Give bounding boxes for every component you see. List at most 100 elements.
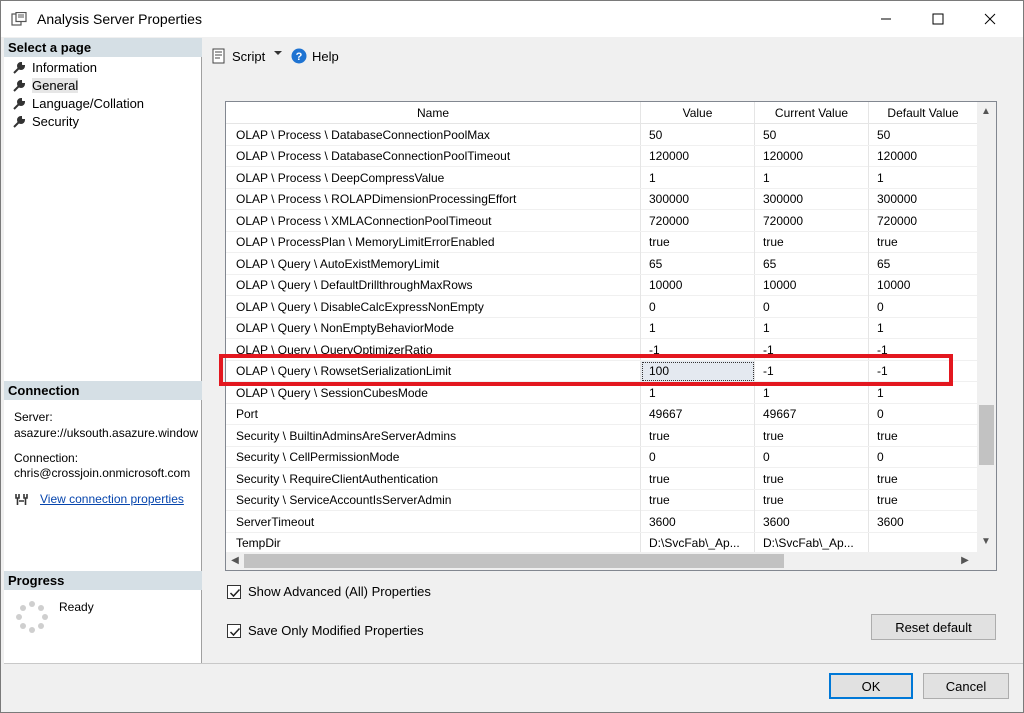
property-name-cell: OLAP \ Process \ DeepCompressValue xyxy=(226,167,641,188)
maximize-button[interactable] xyxy=(915,1,961,37)
column-header-default-value[interactable]: Default Value xyxy=(869,102,978,124)
cancel-button[interactable]: Cancel xyxy=(923,673,1009,699)
property-name-cell: OLAP \ Process \ DatabaseConnectionPoolM… xyxy=(226,124,641,145)
table-row[interactable]: Security \ CellPermissionMode 0 0 0 xyxy=(226,446,978,468)
property-value-cell[interactable]: 10000 xyxy=(641,274,755,296)
property-value-cell[interactable]: 720000 xyxy=(641,210,755,231)
page-item-general[interactable]: General xyxy=(12,77,79,94)
property-value-cell[interactable]: true xyxy=(641,489,755,511)
current-value-cell: true xyxy=(755,468,869,489)
view-connection-properties-link[interactable]: View connection properties xyxy=(40,492,184,506)
property-value-cell[interactable]: D:\SvcFab\_Ap... xyxy=(641,532,755,554)
show-advanced-checkbox-row[interactable]: Show Advanced (All) Properties xyxy=(227,584,431,599)
property-value-cell[interactable]: 100 xyxy=(641,360,755,382)
horizontal-scroll-thumb[interactable] xyxy=(244,554,784,568)
page-item-language-collation[interactable]: Language/Collation xyxy=(12,95,144,112)
help-button[interactable]: ? Help xyxy=(291,48,339,64)
page-item-information[interactable]: Information xyxy=(12,59,97,76)
chevron-down-icon xyxy=(274,51,282,55)
scroll-right-icon[interactable]: ▶ xyxy=(956,555,974,566)
default-value-cell: 720000 xyxy=(869,210,978,231)
connection-value: chris@crossjoin.onmicrosoft.com xyxy=(14,466,191,480)
scroll-down-icon[interactable]: ▼ xyxy=(977,536,995,547)
vertical-scrollbar[interactable]: ▲ ▼ xyxy=(977,102,996,553)
scroll-up-icon[interactable]: ▲ xyxy=(977,106,995,117)
property-value-cell[interactable]: 0 xyxy=(641,446,755,468)
table-row[interactable]: OLAP \ Process \ ROLAPDimensionProcessin… xyxy=(226,188,978,210)
dialog-window: Analysis Server Properties Select a page… xyxy=(0,0,1024,713)
table-row[interactable]: OLAP \ Query \ AutoExistMemoryLimit 65 65 6… xyxy=(226,253,978,275)
property-value-cell[interactable]: -1 xyxy=(641,339,755,360)
table-row[interactable]: Port 49667 49667 0 xyxy=(226,403,978,425)
progress-header: Progress xyxy=(4,571,202,590)
default-value-cell: 65 xyxy=(869,253,978,274)
property-name-cell: OLAP \ ProcessPlan \ MemoryLimitErrorEna… xyxy=(226,231,641,253)
property-value-cell[interactable]: 120000 xyxy=(641,145,755,167)
property-name-cell: OLAP \ Process \ DatabaseConnectionPoolT… xyxy=(226,145,641,167)
toolbar: Script ? Help xyxy=(203,38,1023,74)
table-row[interactable]: ServerTimeout 3600 3600 3600 xyxy=(226,511,978,533)
property-name-cell: OLAP \ Query \ QueryOptimizerRatio xyxy=(226,339,641,360)
property-value-cell[interactable]: 0 xyxy=(641,296,755,317)
property-value-cell[interactable]: 49667 xyxy=(641,403,755,425)
property-value-cell[interactable]: true xyxy=(641,231,755,253)
column-header-current-value[interactable]: Current Value xyxy=(755,102,869,124)
property-value-cell[interactable]: 65 xyxy=(641,253,755,274)
current-value-cell: 3600 xyxy=(755,511,869,532)
minimize-button[interactable] xyxy=(863,1,909,37)
table-row[interactable]: OLAP \ Process \ DeepCompressValue 1 1 1 xyxy=(226,167,978,189)
properties-grid[interactable]: Name Value Current Value Default Value O… xyxy=(225,101,997,571)
reset-default-button[interactable]: Reset default xyxy=(871,614,996,640)
ok-button[interactable]: OK xyxy=(829,673,913,699)
server-label: Server: xyxy=(14,410,53,424)
property-value-cell[interactable]: true xyxy=(641,468,755,489)
table-row[interactable]: OLAP \ Query \ NonEmptyBehaviorMode 1 1 1 xyxy=(226,317,978,339)
page-item-security[interactable]: Security xyxy=(12,113,79,130)
minimize-icon xyxy=(881,18,891,20)
table-row[interactable]: OLAP \ Query \ QueryOptimizerRatio -1 -1 -1 xyxy=(226,339,978,361)
server-properties-icon xyxy=(11,12,27,26)
property-value-cell[interactable]: true xyxy=(641,425,755,446)
table-row[interactable]: Security \ ServiceAccountIsServerAdmin tr… xyxy=(226,489,978,511)
table-row[interactable]: Security \ RequireClientAuthentication tr… xyxy=(226,468,978,490)
property-value-cell[interactable]: 1 xyxy=(641,382,755,403)
table-row[interactable]: OLAP \ Process \ DatabaseConnectionPoolM… xyxy=(226,124,978,146)
property-value-cell[interactable]: 1 xyxy=(641,317,755,339)
script-button[interactable]: Script xyxy=(211,48,265,64)
property-value-cell[interactable]: 50 xyxy=(641,124,755,145)
table-row[interactable]: OLAP \ ProcessPlan \ MemoryLimitErrorEna… xyxy=(226,231,978,253)
default-value-cell: 1 xyxy=(869,317,978,339)
vertical-scroll-thumb[interactable] xyxy=(979,405,994,465)
footer-divider-left xyxy=(4,663,203,664)
default-value-cell: 3600 xyxy=(869,511,978,532)
property-value-cell[interactable]: 300000 xyxy=(641,188,755,210)
table-row[interactable]: OLAP \ Process \ XMLAConnectionPoolTimeo… xyxy=(226,210,978,232)
default-value-cell: 0 xyxy=(869,446,978,468)
column-header-name[interactable]: Name xyxy=(226,102,641,124)
connection-plug-icon xyxy=(15,494,28,505)
property-value-cell[interactable]: 3600 xyxy=(641,511,755,532)
horizontal-scrollbar[interactable]: ◀ ▶ xyxy=(226,552,978,570)
table-row[interactable]: OLAP \ Query \ DisableCalcExpressNonEmpt… xyxy=(226,296,978,318)
current-value-cell: 1 xyxy=(755,317,869,339)
default-value-cell: 300000 xyxy=(869,188,978,210)
table-row[interactable]: OLAP \ Query \ DefaultDrillthroughMaxRow… xyxy=(226,274,978,296)
save-only-modified-checkbox-row[interactable]: Save Only Modified Properties xyxy=(227,623,424,638)
save-only-modified-checkbox[interactable] xyxy=(227,623,241,638)
property-name-cell: OLAP \ Query \ DisableCalcExpressNonEmpt… xyxy=(226,296,641,317)
footer-divider xyxy=(203,663,1023,664)
table-row[interactable]: Security \ BuiltinAdminsAreServerAdmins t… xyxy=(226,425,978,447)
scroll-left-icon[interactable]: ◀ xyxy=(226,555,244,566)
table-row[interactable]: OLAP \ Process \ DatabaseConnectionPoolT… xyxy=(226,145,978,167)
table-row[interactable]: OLAP \ Query \ SessionCubesMode 1 1 1 xyxy=(226,382,978,404)
table-row[interactable]: OLAP \ Query \ RowsetSerializationLimit 1… xyxy=(226,360,978,382)
script-dropdown-button[interactable] xyxy=(273,48,283,58)
column-header-value[interactable]: Value xyxy=(641,102,755,124)
current-value-cell: 120000 xyxy=(755,145,869,167)
show-advanced-checkbox[interactable] xyxy=(227,584,241,599)
close-button[interactable] xyxy=(967,1,1013,37)
checkmark-icon xyxy=(229,588,241,597)
property-value-cell[interactable]: 1 xyxy=(641,167,755,188)
table-row[interactable]: TempDir D:\SvcFab\_Ap... D:\SvcFab\_Ap... xyxy=(226,532,978,554)
current-value-cell: true xyxy=(755,489,869,511)
